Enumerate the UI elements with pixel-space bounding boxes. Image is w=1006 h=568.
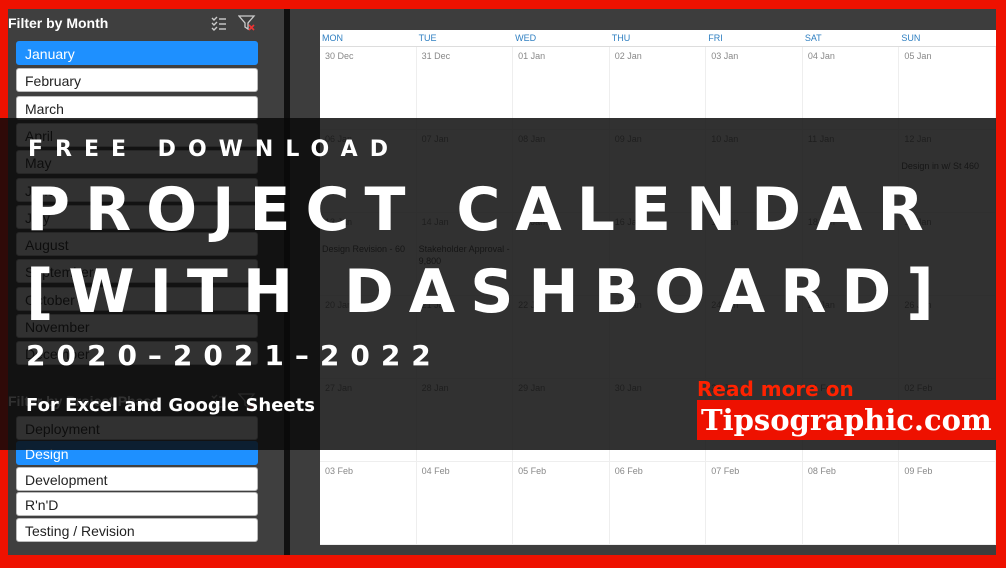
calendar-day-cell[interactable]: 04 Feb (416, 462, 514, 545)
weekday-mon: MON (322, 33, 343, 43)
calendar-day-cell[interactable]: 06 Feb (609, 462, 707, 545)
day-date-label: 03 Jan (711, 51, 739, 61)
month-filter-header: Filter by Month (8, 10, 258, 36)
site-link[interactable]: Tipsographic.com (697, 400, 1000, 440)
calendar-day-cell[interactable]: 09 Feb (899, 462, 996, 545)
weekday-thu: THU (611, 33, 631, 43)
day-date-label: 08 Feb (807, 466, 836, 476)
phase-filter-item-r-n-d[interactable]: R'n'D (16, 492, 258, 517)
banner-kicker: FREE DOWNLOAD (28, 137, 400, 162)
banner-title-line2: [WITH DASHBOARD] (26, 257, 949, 327)
day-date-label: 05 Jan (904, 51, 932, 61)
weekday-sat: SAT (804, 33, 822, 43)
calendar-weekday-header: MON TUE WED THU FRI SAT SUN (320, 30, 996, 47)
frame-border-right (996, 0, 1006, 568)
calendar-day-cell[interactable]: 07 Feb (706, 462, 803, 545)
day-date-label: 06 Feb (614, 466, 643, 476)
weekday-sun: SUN (901, 33, 921, 43)
month-filter-item-march[interactable]: March (16, 95, 258, 120)
read-more-label: Read more on (697, 377, 854, 401)
calendar-day-cell[interactable]: 03 Feb (320, 462, 417, 545)
day-date-label: 30 Dec (325, 51, 354, 61)
clear-filter-icon[interactable] (236, 12, 258, 34)
day-date-label: 01 Jan (518, 51, 546, 61)
day-date-label: 04 Feb (421, 466, 450, 476)
weekday-fri: FRI (708, 33, 723, 43)
day-date-label: 02 Jan (614, 51, 642, 61)
calendar-day-cell[interactable]: 05 Feb (513, 462, 610, 545)
day-date-label: 05 Feb (518, 466, 547, 476)
phase-filter-item-development[interactable]: Development (16, 466, 258, 491)
day-date-label: 03 Feb (325, 466, 354, 476)
day-date-label: 09 Feb (904, 466, 933, 476)
month-filter-item-january[interactable]: January (16, 41, 258, 65)
banner-title-line1: PROJECT CALENDAR (26, 175, 939, 245)
multi-select-icon[interactable] (208, 12, 230, 34)
weekday-tue: TUE (418, 33, 437, 43)
banner-subtitle: For Excel and Google Sheets (26, 395, 315, 416)
weekday-wed: WED (515, 33, 537, 43)
month-filter-title: Filter by Month (8, 15, 109, 31)
day-date-label: 04 Jan (807, 51, 835, 61)
banner-years: 2020–2021–2022 (26, 339, 442, 372)
month-filter-item-february[interactable]: February (16, 68, 258, 93)
day-date-label: 31 Dec (421, 51, 451, 61)
phase-filter-item-testing-revision[interactable]: Testing / Revision (16, 517, 258, 542)
day-date-label: 07 Feb (711, 466, 740, 476)
calendar-day-cell[interactable]: 08 Feb (802, 462, 900, 545)
